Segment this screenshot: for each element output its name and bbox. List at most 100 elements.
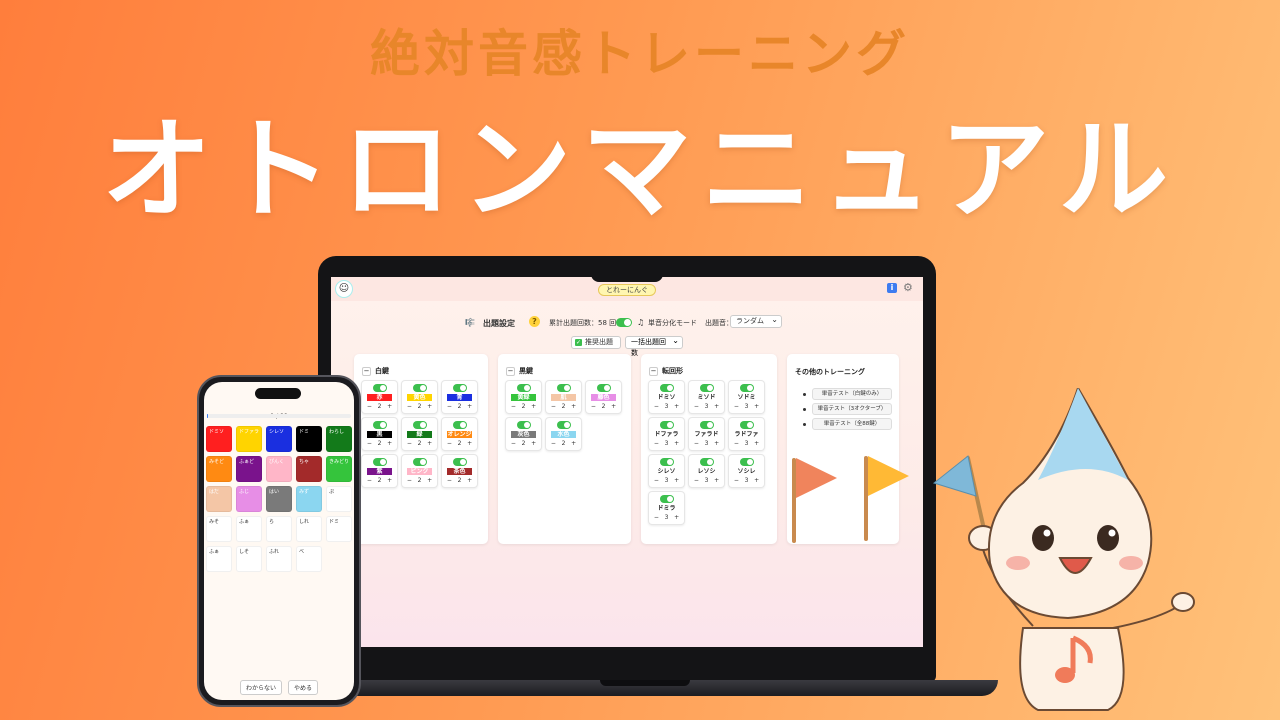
count-stepper[interactable]: −2 + [444,403,475,410]
training-button[interactable]: 単音テスト（全88鍵） [812,418,892,430]
count-stepper[interactable]: −3 + [731,440,762,447]
answer-key[interactable]: ドミソ [206,426,232,452]
key-card[interactable]: ソシレ −3 + [728,454,765,488]
card-toggle[interactable] [700,421,714,429]
count-stepper[interactable]: −2 + [404,403,435,410]
plus-button[interactable]: + [531,440,536,447]
answer-key[interactable]: ら [266,516,292,542]
key-card[interactable]: 黄色 −2 + [401,380,438,414]
plus-button[interactable]: + [754,440,759,447]
plus-button[interactable]: + [754,403,759,410]
key-card[interactable]: 赤 −2 + [361,380,398,414]
key-card[interactable]: 黄緑 −2 + [505,380,542,414]
plus-button[interactable]: + [674,514,679,521]
answer-key[interactable]: ぴんく [266,456,292,482]
card-toggle[interactable] [660,421,674,429]
minus-button[interactable]: − [654,440,659,447]
key-card[interactable]: 紫 −2 + [361,454,398,488]
count-stepper[interactable]: −2 + [444,477,475,484]
answer-key[interactable]: ちゃ [296,456,322,482]
card-toggle[interactable] [700,458,714,466]
plus-button[interactable]: + [674,440,679,447]
minus-button[interactable]: − [407,440,412,447]
card-toggle[interactable] [517,384,531,392]
key-card[interactable]: ラドファ −3 + [728,417,765,451]
count-stepper[interactable]: −3 + [691,477,722,484]
answer-key[interactable]: ふぁ [206,546,232,572]
key-card[interactable]: 緑 −2 + [401,417,438,451]
plus-button[interactable]: + [387,440,392,447]
minus-button[interactable]: − [694,477,699,484]
answer-key[interactable]: シレソ [266,426,292,452]
minus-button[interactable]: − [367,403,372,410]
key-card[interactable]: ファラド −3 + [688,417,725,451]
minus-button[interactable]: − [447,477,452,484]
minus-button[interactable]: − [447,403,452,410]
collapse-button[interactable]: − [649,367,658,376]
answer-key[interactable]: わらし [326,426,352,452]
answer-key[interactable]: ふれ [266,546,292,572]
minus-button[interactable]: − [407,403,412,410]
card-toggle[interactable] [373,384,387,392]
minus-button[interactable]: − [694,403,699,410]
count-stepper[interactable]: −3 + [731,403,762,410]
count-stepper[interactable]: −2 + [404,477,435,484]
key-card[interactable]: シレソ −3 + [648,454,685,488]
card-toggle[interactable] [413,458,427,466]
card-toggle[interactable] [660,495,674,503]
answer-key[interactable]: はい [266,486,292,512]
answer-key[interactable]: しれ [296,516,322,542]
collapse-button[interactable]: − [362,367,371,376]
key-card[interactable]: ドファラ −3 + [648,417,685,451]
count-stepper[interactable]: −2 + [548,440,579,447]
key-card[interactable]: レソシ −3 + [688,454,725,488]
training-button[interactable]: 単音テスト（3オクターブ） [812,403,892,415]
card-toggle[interactable] [517,421,531,429]
app-logo-icon[interactable]: ☺ [335,280,353,298]
plus-button[interactable]: + [427,440,432,447]
minus-button[interactable]: − [591,403,596,410]
key-card[interactable]: ドミソ −3 + [648,380,685,414]
card-toggle[interactable] [660,458,674,466]
info-icon[interactable]: i [887,283,897,293]
count-stepper[interactable]: −2 + [508,440,539,447]
count-stepper[interactable]: −2 + [508,403,539,410]
minus-button[interactable]: − [511,403,516,410]
profile-pill[interactable]: とれーにんぐ [598,284,656,296]
key-card[interactable]: 黒 −2 + [361,417,398,451]
key-card[interactable]: ドミラ −3 + [648,491,685,525]
plus-button[interactable]: + [387,477,392,484]
card-toggle[interactable] [373,458,387,466]
recommend-button[interactable]: ✓ 推奨出題 [571,336,621,349]
plus-button[interactable]: + [674,477,679,484]
key-card[interactable]: ソドミ −3 + [728,380,765,414]
plus-button[interactable]: + [467,477,472,484]
answer-key[interactable]: みそ [206,516,232,542]
card-toggle[interactable] [373,421,387,429]
quit-button[interactable]: やめる [287,680,318,695]
plus-button[interactable]: + [714,403,719,410]
count-stepper[interactable]: −3 + [691,440,722,447]
count-stepper[interactable]: −2 + [364,403,395,410]
answer-key[interactable]: ドファラ [236,426,262,452]
minus-button[interactable]: − [694,440,699,447]
plus-button[interactable]: + [674,403,679,410]
answer-key[interactable]: ドミ [296,426,322,452]
plus-button[interactable]: + [611,403,616,410]
gear-icon[interactable]: ⚙ [903,281,913,294]
minus-button[interactable]: − [734,403,739,410]
plus-button[interactable]: + [714,477,719,484]
answer-key[interactable]: しそ [236,546,262,572]
minus-button[interactable]: − [654,477,659,484]
card-toggle[interactable] [453,384,467,392]
plus-button[interactable]: + [467,403,472,410]
card-toggle[interactable] [700,384,714,392]
key-card[interactable]: 水色 −2 + [545,417,582,451]
card-toggle[interactable] [660,384,674,392]
card-toggle[interactable] [740,458,754,466]
key-card[interactable]: 青 −2 + [441,380,478,414]
card-toggle[interactable] [413,421,427,429]
plus-button[interactable]: + [427,403,432,410]
answer-key[interactable]: きみどり [326,456,352,482]
card-toggle[interactable] [557,384,571,392]
